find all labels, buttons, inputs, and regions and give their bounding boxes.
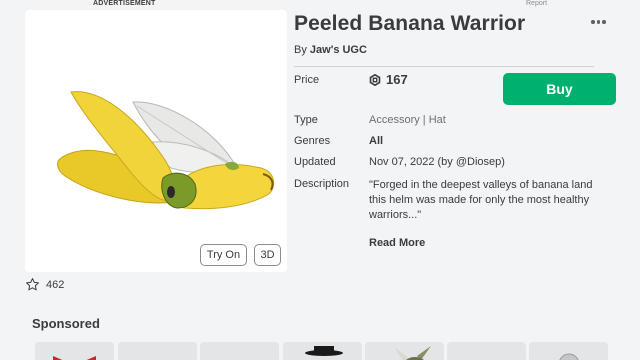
description-line: warriors...": [369, 209, 422, 221]
divider: [294, 66, 594, 67]
updated-label: Updated: [294, 156, 336, 168]
banana-helmet-image: [57, 91, 275, 210]
robux-icon: [369, 73, 381, 86]
black-top-hat-icon: [305, 346, 343, 356]
sponsored-card[interactable]: [447, 342, 526, 360]
favorite-count: 462: [46, 278, 65, 291]
genres-label: Genres: [294, 135, 331, 147]
creator-link[interactable]: Jaw's UGC: [310, 44, 367, 56]
3d-view-button[interactable]: 3D: [254, 244, 281, 266]
report-link[interactable]: Report: [526, 0, 547, 7]
description-label: Description: [294, 178, 350, 190]
description-line: "Forged in the deepest valleys of banana…: [369, 179, 593, 191]
buy-button[interactable]: Buy: [503, 73, 616, 105]
sponsored-card-horned-helmet[interactable]: [365, 342, 444, 360]
sponsored-card[interactable]: [118, 342, 197, 360]
sponsored-card-red-bow[interactable]: [35, 342, 114, 360]
type-label: Type: [294, 114, 318, 126]
try-on-button[interactable]: Try On: [200, 244, 247, 266]
favorite-control[interactable]: 462: [25, 277, 64, 292]
updated-value: Nov 07, 2022 (by @Diosep): [369, 156, 505, 168]
price-amount: 167: [386, 72, 408, 87]
advertisement-label: ADVERTISEMENT: [93, 0, 156, 7]
creator-byline: By Jaw's UGC: [294, 44, 367, 56]
price-label: Price: [294, 74, 320, 86]
sponsored-card-silver-orb[interactable]: [529, 342, 608, 360]
sponsored-heading: Sponsored: [32, 316, 100, 331]
genres-value[interactable]: All: [369, 135, 383, 147]
item-thumbnail[interactable]: Try On 3D: [25, 10, 287, 272]
silver-orb-icon: [559, 353, 579, 360]
red-bow-icon: [53, 356, 96, 360]
horned-helmet-icon: [395, 346, 431, 360]
star-outline-icon[interactable]: [25, 277, 40, 292]
description-line: this helm was made for only the most hea…: [369, 194, 590, 206]
item-title: Peeled Banana Warrior: [294, 12, 526, 35]
more-dots-icon[interactable]: [591, 20, 606, 24]
read-more-link[interactable]: Read More: [369, 237, 425, 249]
sponsored-card[interactable]: [200, 342, 279, 360]
price-value: 167: [369, 72, 408, 87]
type-value: Accessory | Hat: [369, 114, 446, 126]
sponsored-card-top-hat[interactable]: [283, 342, 362, 360]
description-text: "Forged in the deepest valleys of banana…: [369, 178, 640, 223]
by-prefix: By: [294, 44, 307, 56]
